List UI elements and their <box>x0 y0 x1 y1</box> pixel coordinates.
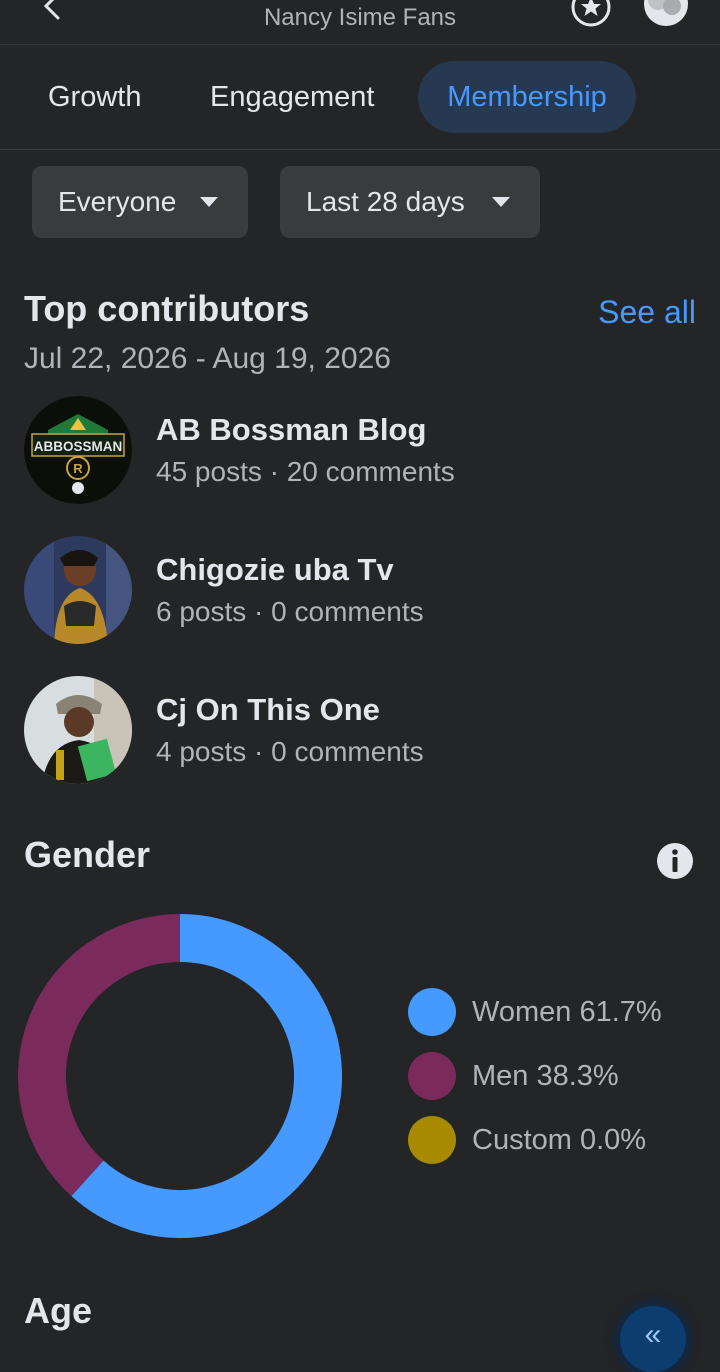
tab-growth[interactable]: Growth <box>24 61 165 133</box>
info-icon[interactable] <box>656 842 694 880</box>
age-title: Age <box>24 1290 93 1331</box>
svg-text:R: R <box>73 461 83 476</box>
legend-swatch <box>408 1052 456 1100</box>
gender-donut-chart <box>18 914 342 1238</box>
donut-slice-men <box>18 914 181 1197</box>
tab-membership[interactable]: Membership <box>418 61 636 133</box>
caret-down-icon <box>492 197 510 207</box>
svg-text:ABBOSSMAN: ABBOSSMAN <box>34 439 123 454</box>
legend-label: Men 38.3% <box>472 1060 619 1092</box>
audience-filter-dropdown[interactable]: Everyone <box>32 166 248 238</box>
contributor-name: Chigozie uba Tv <box>156 552 394 587</box>
date-range: Jul 22, 2026 - Aug 19, 2026 <box>24 342 391 375</box>
top-bar: Nancy Isime Fans <box>0 0 720 45</box>
period-filter-label: Last 28 days <box>306 186 465 217</box>
see-all-link[interactable]: See all <box>598 294 696 331</box>
contributor-item[interactable]: Cj On This One 4 posts · 0 comments <box>24 676 696 784</box>
legend-swatch <box>408 1116 456 1164</box>
contributor-name: Cj On This One <box>156 692 380 727</box>
contributor-item[interactable]: ABBOSSMAN R AB Bossman Blog 45 posts · 2… <box>24 396 696 504</box>
legend-label: Women 61.7% <box>472 996 662 1028</box>
tab-bar: Growth Engagement Membership <box>0 45 720 150</box>
legend-label: Custom 0.0% <box>472 1124 647 1156</box>
contributor-stats: 4 posts · 0 comments <box>156 736 424 767</box>
tab-engagement[interactable]: Engagement <box>186 61 398 133</box>
star-circle-icon[interactable] <box>570 0 612 28</box>
top-contributors-title: Top contributors <box>24 288 310 329</box>
double-chevron-left-icon: « <box>644 1318 662 1351</box>
group-name: Nancy Isime Fans <box>263 4 457 31</box>
contributor-avatar <box>24 536 132 644</box>
contributor-avatar <box>24 676 132 784</box>
caret-down-icon <box>200 197 218 207</box>
contributor-item[interactable]: Chigozie uba Tv 6 posts · 0 comments <box>24 536 696 644</box>
contributor-stats: 6 posts · 0 comments <box>156 596 424 627</box>
legend-swatch <box>408 988 456 1036</box>
contributor-stats: 45 posts · 20 comments <box>156 456 455 487</box>
collapse-fab-button[interactable]: « <box>620 1306 686 1372</box>
period-filter-dropdown[interactable]: Last 28 days <box>280 166 540 238</box>
contributor-name: AB Bossman Blog <box>156 412 427 447</box>
donut-slice-women <box>71 914 342 1238</box>
profile-avatar[interactable] <box>638 0 694 28</box>
contributor-avatar: ABBOSSMAN R <box>24 396 132 504</box>
gender-title: Gender <box>24 834 151 875</box>
audience-filter-label: Everyone <box>58 186 177 217</box>
